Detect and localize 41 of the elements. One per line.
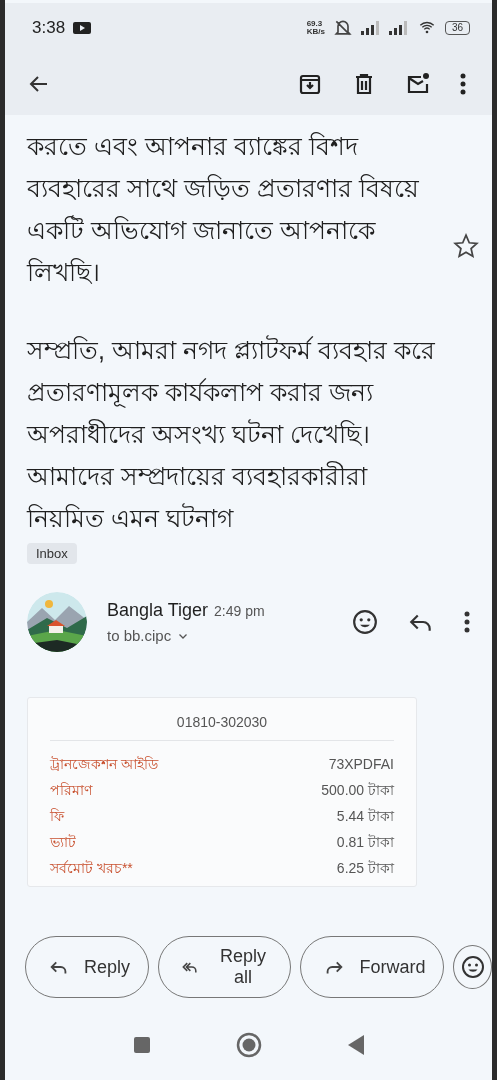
more-button[interactable] [460, 72, 466, 96]
battery-level: 36 [444, 21, 470, 35]
receipt-value: 73XPDFAI [328, 755, 394, 774]
sent-time: 2:49 pm [214, 603, 265, 619]
clock: 3:38 [32, 18, 66, 38]
receipt-label: ভ্যাট [50, 833, 76, 852]
star-button[interactable] [453, 233, 479, 259]
receipt-value: 500.00 টাকা [321, 781, 394, 800]
receipt-label: সর্বমোট খরচ** [50, 859, 133, 878]
emoji-icon [352, 609, 378, 635]
message-paragraph: সম্প্রতি, আমরা নগদ প্ল্যাটফর্ম ব্যবহার করে প্রতারণামূলক কার্যকলাপ করার জন্য অপরাধীদের অসংখ্য ঘটনা দেখেছি। আমাদের সম্প্রদায়ের ব্যবহারকারীরা নিয়মিত এমন ঘটনাগ [27, 334, 436, 534]
mute-icon [332, 18, 353, 38]
archive-icon [298, 72, 322, 96]
archive-button[interactable] [298, 72, 322, 96]
emoji-icon [460, 955, 485, 979]
mark-unread-button[interactable] [406, 72, 430, 96]
message-paragraph: করতে এবং আপনার ব্যাঙ্কের বিশদ ব্যবহারের সাথে জড়িত প্রতারণার বিষয়ে একটি অভিযোগ জানাতে আপনাকে লিখছি। [27, 131, 420, 288]
speed-unit: KB/s [306, 28, 325, 36]
signal-icon [360, 21, 381, 35]
speed-value: 69.3 [306, 20, 324, 28]
receipt-value: 5.44 টাকা [336, 807, 394, 826]
receipt-value: 6.25 টাকা [336, 859, 394, 878]
more-icon [464, 610, 470, 634]
inbox-label[interactable]: Inbox [27, 543, 77, 564]
recents-icon[interactable] [132, 1036, 151, 1054]
signal-icon [388, 21, 409, 35]
receipt-value: 0.81 টাকা [336, 833, 394, 852]
more-icon [460, 72, 466, 96]
phone-number: 01810-302030 [176, 713, 268, 732]
receipt-label: ট্রানজেকশন আইডি [50, 755, 158, 774]
react-button[interactable] [352, 609, 378, 635]
home-icon[interactable] [235, 1032, 262, 1058]
sender-name: Bangla Tiger [107, 600, 209, 620]
recipient: to bb.cipc [107, 627, 172, 644]
receipt-label: ফি [50, 807, 64, 826]
more-button[interactable] [464, 610, 470, 634]
mail-icon [406, 72, 430, 96]
receipt-label: পরিমাণ [50, 781, 92, 800]
star-icon [453, 233, 479, 259]
video-icon [73, 21, 92, 35]
back-icon[interactable] [346, 1034, 365, 1056]
